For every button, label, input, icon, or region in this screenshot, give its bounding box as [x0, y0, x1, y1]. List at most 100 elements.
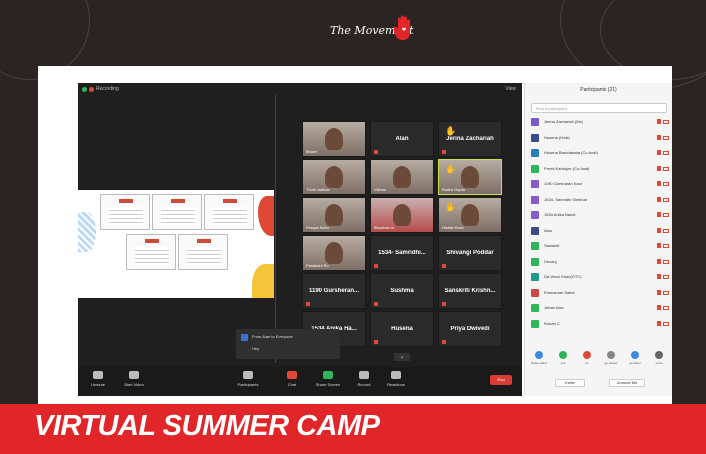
- start-video-button[interactable]: Start Video: [116, 371, 152, 387]
- shield-icon: [82, 86, 87, 92]
- participant-row[interactable]: Preeti Karhujee (Co-host): [531, 164, 669, 174]
- muted-mic-icon: [657, 258, 661, 264]
- participant-row[interactable]: Jehan Alax: [531, 303, 669, 313]
- video-tile[interactable]: Thulli Jadhav: [302, 159, 366, 195]
- participant-name: Jerina Zachariah (Me): [544, 119, 584, 124]
- certificate-thumbnail: [178, 234, 228, 270]
- video-off-icon: [663, 213, 669, 217]
- participant-row[interactable]: Sanskriti: [531, 241, 669, 251]
- reaction-button[interactable]: [559, 351, 567, 359]
- participant-face: [325, 128, 343, 150]
- participant-row[interactable]: Husena Barodawala (Co-host): [531, 148, 669, 158]
- video-off-icon: [663, 306, 669, 310]
- sender-avatar: [241, 334, 248, 341]
- avatar: [531, 133, 539, 142]
- participant-row[interactable]: 1534 Anika Nandi: [531, 210, 669, 220]
- participant-row[interactable]: Devanj: [531, 257, 669, 267]
- participant-row[interactable]: Rohan C: [531, 319, 669, 329]
- video-tile[interactable]: ✋ Jerina Zachariah: [438, 121, 502, 157]
- video-tile[interactable]: Vishnu: [370, 159, 434, 195]
- chat-sender: From Alan to Everyone: [252, 334, 293, 339]
- muted-mic-icon: [657, 227, 661, 233]
- participant-name: Devanj: [544, 258, 557, 264]
- chat-button[interactable]: Chat: [274, 371, 310, 387]
- video-tile[interactable]: Panakshi Ro: [302, 235, 366, 271]
- muted-mic-icon: [374, 302, 378, 306]
- participant-name: 1534- Samridhi Shekhar: [544, 196, 588, 202]
- reactions-icon: [391, 371, 401, 379]
- certificate-thumbnail: [100, 194, 150, 230]
- video-tile[interactable]: Sanskriti Krishn...: [438, 273, 502, 309]
- video-tile-active-speaker[interactable]: ✋ Rudra Gupta: [438, 159, 502, 195]
- video-tile[interactable]: Pranjal Sahu: [302, 197, 366, 233]
- chevron-down-icon[interactable]: ⌄: [394, 353, 410, 361]
- video-off-icon: [663, 244, 669, 248]
- hand-icon: [394, 15, 410, 40]
- reaction-button[interactable]: [535, 351, 543, 359]
- avatar: [531, 211, 539, 219]
- muted-mic-icon: [657, 165, 661, 171]
- muted-mic-icon: [374, 340, 378, 344]
- reactions-button[interactable]: Reactions: [378, 371, 414, 387]
- participant-name: 1190 Gursharan Kaur: [544, 181, 583, 186]
- reaction-button[interactable]: [583, 351, 591, 359]
- reaction-button[interactable]: [631, 351, 639, 359]
- invite-button[interactable]: Invite: [555, 379, 585, 387]
- video-icon: [129, 371, 139, 379]
- participant-search-input[interactable]: Find a participant: [531, 103, 667, 113]
- video-off-icon: [663, 275, 669, 279]
- video-tile[interactable]: ✋ Nishat Khan: [438, 197, 502, 233]
- reaction-label: no: [585, 361, 589, 365]
- participant-face: [461, 166, 479, 188]
- participants-button[interactable]: Participants: [230, 371, 266, 387]
- video-tile[interactable]: Bhushan ra: [370, 197, 434, 233]
- muted-mic-icon: [657, 305, 661, 310]
- participant-row[interactable]: Da Venci Khan(OTC): [531, 272, 669, 282]
- video-tile[interactable]: Shivangi Poddar: [438, 235, 502, 271]
- video-tile[interactable]: Alan: [370, 121, 434, 157]
- participants-title: Participants (21): [580, 87, 617, 93]
- chat-notification[interactable]: From Alan to Everyone Hey: [236, 329, 340, 359]
- reaction-label: more: [655, 361, 663, 365]
- record-button[interactable]: Record: [346, 371, 382, 387]
- participant-name: Rohan C: [544, 320, 560, 326]
- shared-screen: [78, 95, 276, 363]
- shared-slide: [78, 190, 274, 298]
- certificate-thumbnail: [152, 194, 202, 230]
- video-tile[interactable]: 1190 Gursheran...: [302, 273, 366, 309]
- reaction-button[interactable]: [655, 351, 663, 359]
- video-tile[interactable]: Husena: [370, 311, 434, 347]
- share-screen-button[interactable]: Share Screen: [310, 371, 346, 387]
- participant-face: [393, 204, 411, 226]
- video-tile[interactable]: Sushma: [370, 273, 434, 309]
- view-button[interactable]: View: [505, 86, 516, 92]
- unmute-me-button[interactable]: Unmute Me: [609, 379, 645, 387]
- muted-mic-icon: [657, 134, 661, 140]
- chat-message: Hey: [252, 346, 260, 351]
- brand-header: The Movement: [0, 0, 706, 90]
- participant-name: Husena (Host): [544, 134, 570, 140]
- participant-face: [325, 242, 343, 264]
- video-tile[interactable]: Bhumi: [302, 121, 366, 157]
- participant-row[interactable]: Emmanuel Sabre: [531, 288, 669, 298]
- participant-face: [325, 204, 343, 226]
- participant-row[interactable]: Jerina Zachariah (Me): [531, 117, 669, 127]
- participant-row[interactable]: 1190 Gursharan Kaur: [531, 179, 669, 189]
- video-off-icon: [663, 182, 669, 186]
- participant-name: Emmanuel Sabre: [544, 289, 575, 295]
- participant-row[interactable]: 1534- Samridhi Shekhar: [531, 195, 669, 205]
- muted-mic-icon: [657, 181, 661, 186]
- participant-row[interactable]: Husena (Host): [531, 133, 669, 143]
- reaction-button[interactable]: [607, 351, 615, 359]
- video-off-icon: [663, 228, 669, 233]
- participant-row[interactable]: Alan: [531, 226, 669, 236]
- video-tile[interactable]: Priya Dwivedi: [438, 311, 502, 347]
- meeting-window: Recording View Bhumi Alan ✋ Jerina Zachar…: [78, 83, 522, 396]
- avatar: [531, 304, 539, 312]
- unmute-button[interactable]: Unmute: [80, 371, 116, 387]
- muted-mic-icon: [657, 119, 661, 124]
- video-tile[interactable]: 1534- Samridhi...: [370, 235, 434, 271]
- avatar: [531, 195, 539, 204]
- end-meeting-button[interactable]: End: [490, 375, 512, 385]
- raised-hand-icon: ✋: [445, 202, 457, 212]
